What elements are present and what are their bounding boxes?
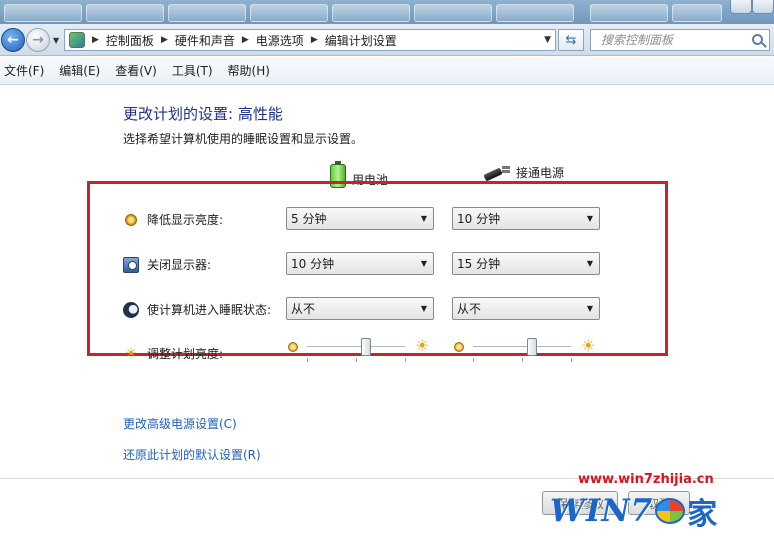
chevron-right-icon[interactable]: ▶	[92, 35, 99, 45]
chevron-down-icon: ▼	[420, 259, 427, 268]
forward-button[interactable]: →	[26, 28, 50, 52]
dim-display-battery-select[interactable]: 5 分钟 ▼	[286, 207, 434, 230]
taskbar-strip	[0, 0, 774, 24]
advanced-power-settings-link[interactable]: 更改高级电源设置(C)	[123, 415, 237, 432]
recent-pages-dropdown-icon[interactable]: ▼	[53, 36, 59, 45]
taskbar-button[interactable]	[250, 4, 328, 22]
chevron-down-icon[interactable]: ▼	[544, 35, 551, 45]
brightness-plugged-slider[interactable]: ☀	[454, 336, 604, 356]
watermark-url: www.win7zhijia.cn	[578, 472, 714, 487]
chevron-down-icon: ▼	[586, 214, 593, 223]
chevron-right-icon[interactable]: ▶	[242, 35, 249, 45]
menu-view[interactable]: 查看(V)	[115, 62, 157, 79]
breadcrumb[interactable]: ▶ 控制面板 ▶ 硬件和声音 ▶ 电源选项 ▶ 编辑计划设置 ▼	[64, 29, 556, 51]
taskbar-button[interactable]	[496, 4, 574, 22]
chevron-right-icon[interactable]: ▶	[161, 35, 168, 45]
search-box[interactable]	[590, 29, 770, 51]
restore-defaults-link[interactable]: 还原此计划的默认设置(R)	[123, 446, 261, 463]
breadcrumb-item[interactable]: 电源选项	[256, 32, 304, 49]
breadcrumb-item[interactable]: 编辑计划设置	[325, 32, 397, 49]
breadcrumb-item[interactable]: 硬件和声音	[175, 32, 235, 49]
chevron-down-icon: ▼	[586, 259, 593, 268]
setting-row-brightness: ☀ 调整计划亮度:	[123, 345, 223, 362]
back-button[interactable]: ←	[1, 28, 25, 52]
slider-ticks	[307, 358, 427, 362]
maximize-button[interactable]	[752, 0, 774, 14]
brightness-battery-slider[interactable]: ☀	[288, 336, 438, 356]
slider-ticks	[473, 358, 593, 362]
page-title: 更改计划的设置: 高性能	[123, 105, 283, 123]
slider-thumb[interactable]	[526, 338, 537, 356]
bright-sun-icon: ☀	[415, 336, 430, 355]
watermark-suffix: 家	[687, 497, 718, 532]
dim-sun-icon	[454, 342, 464, 352]
taskbar-button[interactable]	[672, 4, 722, 22]
bright-sun-icon: ☀	[581, 336, 596, 355]
taskbar-button[interactable]	[332, 4, 410, 22]
sleep-battery-select[interactable]: 从不 ▼	[286, 297, 434, 320]
dim-display-icon	[125, 213, 137, 226]
dim-sun-icon	[288, 342, 298, 352]
search-icon[interactable]	[752, 34, 763, 45]
sleep-plugged-select[interactable]: 从不 ▼	[452, 297, 600, 320]
select-value: 10 分钟	[291, 257, 335, 271]
chevron-right-icon[interactable]: ▶	[311, 35, 318, 45]
taskbar-button[interactable]	[414, 4, 492, 22]
select-value: 从不	[291, 302, 316, 316]
chevron-down-icon: ▼	[586, 304, 593, 313]
menu-file[interactable]: 文件(F)	[4, 62, 44, 79]
select-value: 5 分钟	[291, 212, 327, 226]
power-plug-icon	[484, 165, 510, 181]
sleep-moon-icon	[123, 301, 139, 318]
taskbar-button[interactable]	[4, 4, 82, 22]
select-value: 从不	[457, 302, 482, 316]
slider-thumb[interactable]	[360, 338, 371, 356]
windows-flag-icon	[655, 498, 686, 524]
slider-track[interactable]	[473, 346, 571, 348]
chevron-down-icon: ▼	[420, 214, 427, 223]
setting-row-dim-display: 降低显示亮度:	[123, 211, 223, 228]
menu-help[interactable]: 帮助(H)	[228, 62, 270, 79]
turn-off-display-battery-select[interactable]: 10 分钟 ▼	[286, 252, 434, 275]
slider-track[interactable]	[307, 346, 405, 348]
taskbar-button[interactable]	[86, 4, 164, 22]
dim-display-plugged-select[interactable]: 10 分钟 ▼	[452, 207, 600, 230]
slider-tick	[473, 358, 474, 362]
slider-tick	[307, 358, 308, 362]
slider-tick	[571, 358, 572, 362]
monitor-off-icon	[123, 256, 139, 273]
page-subtitle: 选择希望计算机使用的睡眠设置和显示设置。	[123, 132, 364, 146]
menu-tools[interactable]: 工具(T)	[172, 62, 213, 79]
slider-tick	[405, 358, 406, 362]
menu-bar: 文件(F) 编辑(E) 查看(V) 工具(T) 帮助(H)	[0, 57, 774, 85]
turn-off-display-plugged-select[interactable]: 15 分钟 ▼	[452, 252, 600, 275]
address-bar: ← → ▼ ▶ 控制面板 ▶ 硬件和声音 ▶ 电源选项 ▶ 编辑计划设置 ▼ ⇆	[0, 24, 774, 56]
brightness-sun-icon: ☀	[124, 345, 138, 362]
control-panel-icon	[69, 32, 85, 48]
taskbar-button[interactable]	[168, 4, 246, 22]
setting-label: 调整计划亮度:	[147, 347, 224, 361]
column-label-plugged: 接通电源	[516, 166, 565, 180]
select-value: 10 分钟	[457, 212, 501, 226]
chevron-down-icon: ▼	[420, 304, 427, 313]
slider-tick	[522, 358, 523, 362]
menu-edit[interactable]: 编辑(E)	[59, 62, 100, 79]
refresh-button[interactable]: ⇆	[558, 29, 584, 51]
watermark-text: WIN7	[550, 493, 654, 529]
setting-label: 降低显示亮度:	[147, 213, 224, 227]
breadcrumb-item[interactable]: 控制面板	[106, 32, 154, 49]
slider-tick	[356, 358, 357, 362]
search-input[interactable]	[599, 32, 749, 48]
select-value: 15 分钟	[457, 257, 501, 271]
taskbar-button[interactable]	[590, 4, 668, 22]
watermark-logo: WIN7 家	[550, 487, 774, 535]
setting-label: 关闭显示器:	[147, 258, 212, 272]
setting-row-turn-off-display: 关闭显示器:	[123, 256, 211, 273]
column-header-plugged: 接通电源	[484, 164, 564, 181]
setting-row-sleep: 使计算机进入睡眠状态:	[123, 301, 271, 318]
setting-label: 使计算机进入睡眠状态:	[147, 303, 272, 317]
minimize-button[interactable]	[730, 0, 752, 14]
